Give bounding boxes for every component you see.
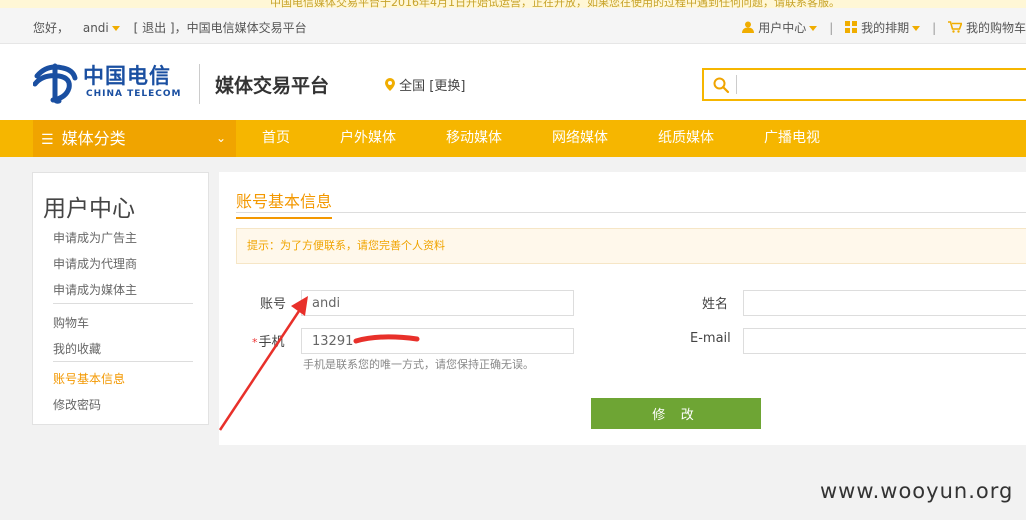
logout-link[interactable]: [ 退出 ] [134,21,175,35]
chevron-down-icon: ⌄ [215,131,226,145]
phone-hint: 手机是联系您的唯一方式，请您保持正确无误。 [303,358,534,371]
grid-icon [845,21,858,33]
separator: ， [174,21,187,35]
header-divider [199,64,200,104]
media-category-menu[interactable]: ☰ 媒体分类 ⌄ [33,120,236,157]
sidebar-divider [53,303,193,304]
sidebar-item-cart[interactable]: 购物车 [53,314,89,331]
china-telecom-logo[interactable]: 中国电信 CHINA TELECOM [33,58,193,106]
platform-title: 媒体交易平台 [215,75,330,97]
nav-item-outdoor[interactable]: 户外媒体 [340,120,396,157]
watermark: www.wooyun.org [820,479,1014,503]
sidebar-item-media-owner[interactable]: 申请成为媒体主 [53,281,137,298]
chevron-down-icon[interactable] [111,26,120,31]
user-center-menu[interactable]: 用户中心 [742,19,818,36]
top-bar: 您好， andi [ 退出 ]，中国电信媒体交易平台 用户中心 | 我的排期 |… [0,8,1026,44]
phone-label: *手机 [252,335,285,350]
my-schedule-menu[interactable]: 我的排期 [845,19,921,36]
user-icon [742,21,755,33]
required-marker: * [252,336,258,349]
sidebar-item-advertiser[interactable]: 申请成为广告主 [53,229,137,246]
logo-text-cn: 中国电信 [83,64,171,88]
location-selector[interactable]: 全国 [更换] [385,75,465,94]
sidebar-divider [53,361,193,362]
account-label: 账号 [260,297,287,312]
sidebar-item-account-info[interactable]: 账号基本信息 [53,370,125,387]
divider: | [829,20,834,35]
greeting-text: 您好， [33,21,70,35]
nav-item-mobile[interactable]: 移动媒体 [446,120,502,157]
site-header: 中国电信 CHINA TELECOM 媒体交易平台 全国 [更换] [0,44,1026,120]
location-pin-icon [385,78,395,91]
name-label: 姓名 [702,297,729,312]
name-field[interactable] [743,290,1026,316]
cart-icon [948,21,963,33]
user-center-sidebar: 用户中心 申请成为广告主 申请成为代理商 申请成为媒体主 购物车 我的收藏 账号… [32,172,209,425]
tab-underline [236,212,1026,213]
chevron-down-icon [912,26,921,31]
username-link[interactable]: andi [83,21,109,35]
divider: | [932,20,937,35]
nav-item-home[interactable]: 首页 [262,120,290,157]
nav-item-print[interactable]: 纸质媒体 [658,120,714,157]
site-name: 中国电信媒体交易平台 [186,21,307,35]
search-input[interactable] [740,72,1025,97]
chevron-down-icon [809,26,818,31]
telecom-logo-icon [33,63,78,104]
phone-field[interactable] [301,328,574,354]
cart-link[interactable]: 我的购物车 [948,19,1026,36]
sidebar-item-change-password[interactable]: 修改密码 [53,396,101,413]
nav-item-broadcast[interactable]: 广播电视 [764,120,820,157]
submit-button[interactable]: 修 改 [591,398,761,429]
info-tip: 提示：为了方便联系，请您完善个人资料 [236,228,1026,264]
sidebar-title: 用户中心 [43,196,135,222]
account-info-panel: 账号基本信息 提示：为了方便联系，请您完善个人资料 账号 姓名 *手机 E-ma… [219,172,1026,445]
search-divider [736,75,737,94]
main-nav: ☰ 媒体分类 ⌄ 首页 户外媒体 移动媒体 网络媒体 纸质媒体 广播电视 [0,120,1026,157]
announcement-bar: 中国电信媒体交易平台于2016年4月1日开始试运营，正在开放，如果您在使用的过程… [0,0,1026,8]
sidebar-item-agent[interactable]: 申请成为代理商 [53,255,137,272]
nav-item-network[interactable]: 网络媒体 [552,120,608,157]
sidebar-item-favorites[interactable]: 我的收藏 [53,340,101,357]
search-box [702,68,1026,101]
email-field[interactable] [743,328,1026,354]
logo-text-en: CHINA TELECOM [86,89,182,99]
tab-account-info[interactable]: 账号基本信息 [236,188,333,219]
account-field[interactable] [301,290,574,316]
email-label: E-mail [690,331,731,346]
list-icon: ☰ [41,132,54,148]
search-icon[interactable] [712,76,730,94]
